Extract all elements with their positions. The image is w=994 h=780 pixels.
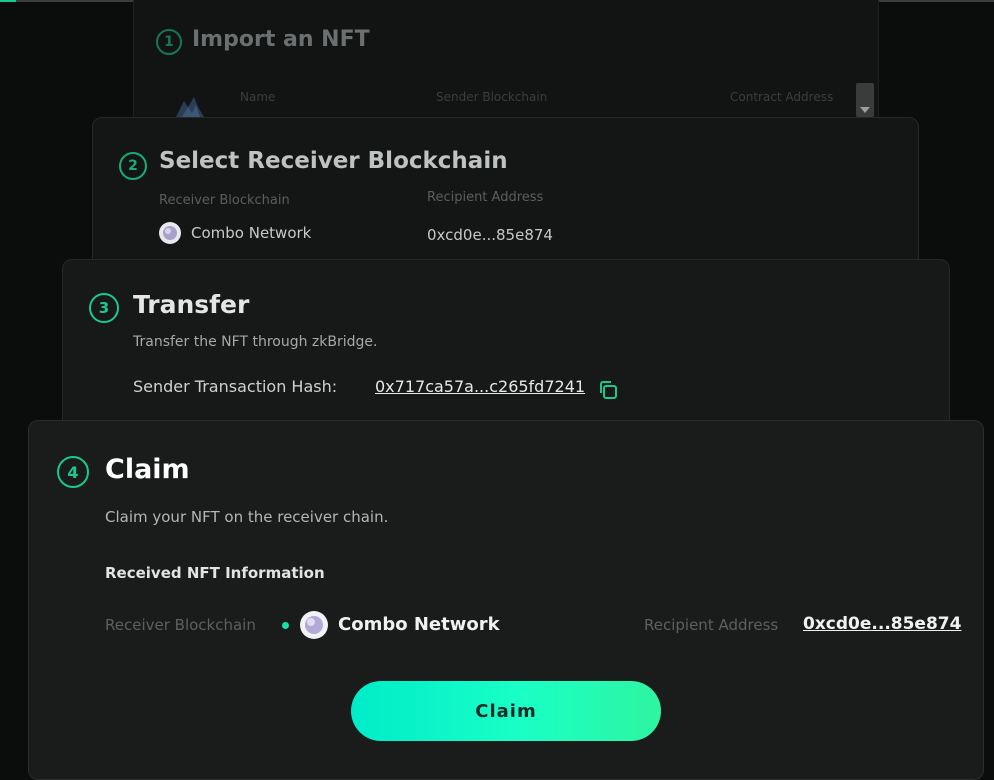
step-description: Transfer the NFT through zkBridge.	[133, 334, 378, 350]
receiver-blockchain-label: Receiver Blockchain	[159, 193, 290, 208]
step-title: Select Receiver Blockchain	[159, 148, 508, 174]
combo-network-icon	[159, 222, 181, 244]
step-number: 1	[156, 29, 182, 55]
step-number: 4	[57, 456, 89, 488]
receiver-blockchain-value: Combo Network	[338, 614, 500, 635]
step-title: Transfer	[133, 290, 250, 319]
scrollbar[interactable]	[856, 83, 874, 117]
recipient-address-label: Recipient Address	[427, 190, 544, 205]
step-number: 3	[89, 293, 119, 323]
receiver-blockchain-value: Combo Network	[191, 224, 312, 242]
step-title: Import an NFT	[192, 27, 370, 52]
recipient-address-link[interactable]: 0xcd0e...85e874	[803, 614, 961, 634]
step-import-card: 1 Import an NFT Name Sender Blockchain C…	[133, 0, 879, 130]
received-info-heading: Received NFT Information	[105, 564, 325, 582]
column-sender-blockchain: Sender Blockchain	[436, 90, 548, 104]
copy-icon[interactable]	[597, 379, 619, 401]
nft-thumbnail-icon	[176, 97, 204, 117]
step-claim-card: 4 Claim Claim your NFT on the receiver c…	[28, 420, 984, 780]
receiver-blockchain-label: Receiver Blockchain	[105, 616, 256, 634]
recipient-address-label: Recipient Address	[644, 616, 779, 634]
sender-hash-link[interactable]: 0x717ca57a...c265fd7241	[375, 377, 585, 396]
scroll-down-icon[interactable]	[860, 107, 870, 113]
top-accent	[0, 0, 16, 2]
sender-hash-label: Sender Transaction Hash:	[133, 377, 338, 396]
column-name: Name	[240, 90, 276, 104]
status-dot	[282, 622, 289, 629]
step-transfer-card: 3 Transfer Transfer the NFT through zkBr…	[62, 259, 950, 439]
claim-button[interactable]: Claim	[351, 681, 661, 741]
step-number: 2	[119, 152, 147, 180]
column-contract-address: Contract Address	[730, 90, 834, 104]
step-select-receiver-card: 2 Select Receiver Blockchain Receiver Bl…	[92, 117, 919, 277]
step-title: Claim	[105, 454, 190, 485]
step-description: Claim your NFT on the receiver chain.	[105, 508, 389, 526]
combo-network-icon	[300, 611, 328, 639]
recipient-address-value: 0xcd0e...85e874	[427, 226, 553, 244]
